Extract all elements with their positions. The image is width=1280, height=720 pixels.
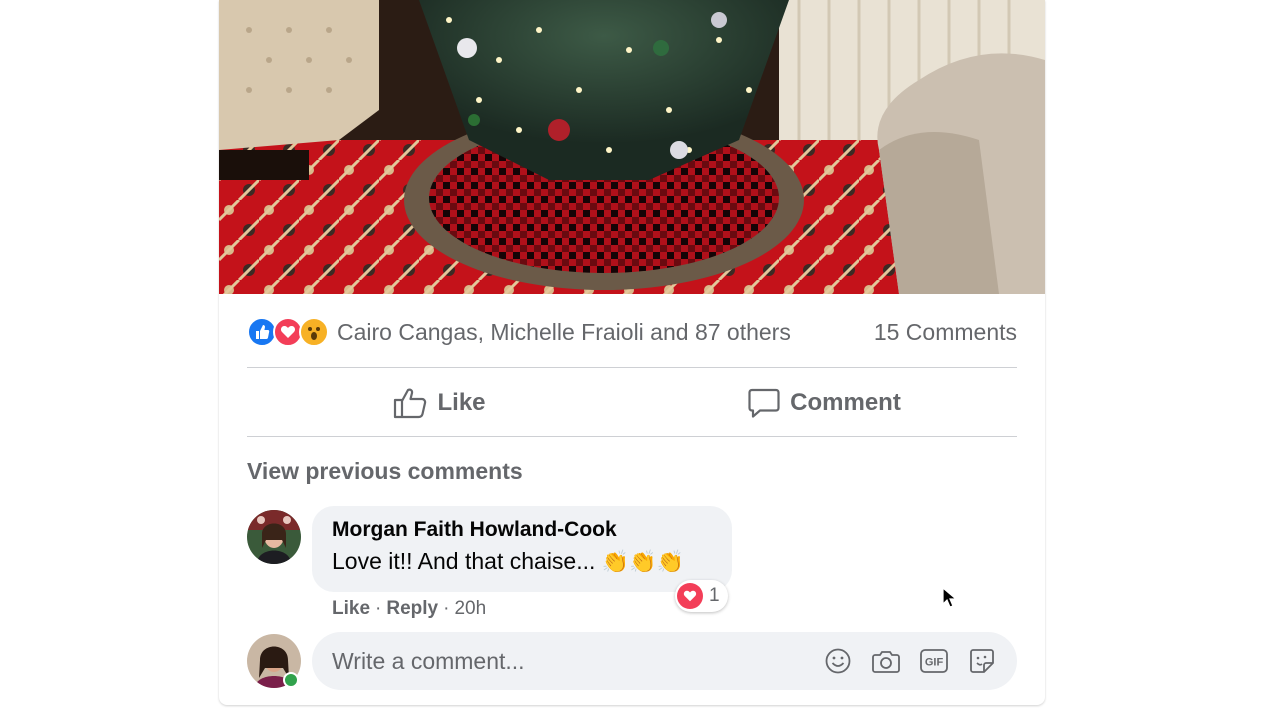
comment-reply-link[interactable]: Reply [386,598,438,620]
camera-icon[interactable] [871,646,901,676]
divider [247,367,1017,368]
comment-text-body: Love it!! And that chaise... [332,548,596,574]
divider [247,436,1017,437]
mouse-cursor-icon [942,587,958,608]
christmas-tree-photo [219,0,1045,294]
comment-text: Love it!! And that chaise... 👏👏👏 [332,548,712,575]
thumbs-up-icon [394,388,427,419]
comment-button-label: Comment [790,389,901,416]
post-actions: Like Comment [247,370,1017,436]
like-button-label: Like [437,389,486,416]
comment-author[interactable]: Morgan Faith Howland-Cook [332,518,712,542]
meta-separator: · [443,598,450,619]
reactions-summary-text[interactable]: Cairo Cangas, Michelle Fraioli and 87 ot… [337,319,874,346]
comments-count-link[interactable]: 15 Comments [874,319,1017,346]
comment-meta: Like · Reply · 20h [332,598,486,620]
comment-timestamp[interactable]: 20h [454,598,486,620]
comment-like-link[interactable]: Like [332,598,370,620]
clapping-hands-emoji: 👏👏👏 [601,549,684,574]
sticker-icon[interactable] [967,646,997,676]
comment-button[interactable]: Comment [632,370,1017,436]
comment-composer: Write a comment... GIF [247,632,1017,690]
meta-separator: · [375,598,382,619]
post-card: Cairo Cangas, Michelle Fraioli and 87 ot… [219,0,1045,705]
comment-reaction-badge[interactable]: 1 [675,580,728,612]
comment-bubble-icon [748,388,780,418]
comment-input[interactable]: Write a comment... GIF [312,632,1017,690]
reaction-icons[interactable] [247,317,329,347]
comment-input-placeholder: Write a comment... [332,647,525,674]
comment-reaction-count: 1 [709,585,720,606]
commenter-avatar[interactable] [247,510,301,564]
online-status-dot [283,672,299,688]
comment-bubble: Morgan Faith Howland-Cook Love it!! And … [312,506,732,592]
gif-icon[interactable]: GIF [919,646,949,676]
svg-text:GIF: GIF [925,657,944,669]
wow-reaction-icon [299,317,329,347]
emoji-icon[interactable] [823,646,853,676]
comment-item: Morgan Faith Howland-Cook Love it!! And … [247,506,1017,621]
post-photo[interactable] [219,0,1045,294]
view-previous-comments-link[interactable]: View previous comments [247,458,523,485]
like-button[interactable]: Like [247,370,632,436]
reactions-summary-row: Cairo Cangas, Michelle Fraioli and 87 ot… [247,312,1017,352]
love-reaction-icon [677,583,703,609]
